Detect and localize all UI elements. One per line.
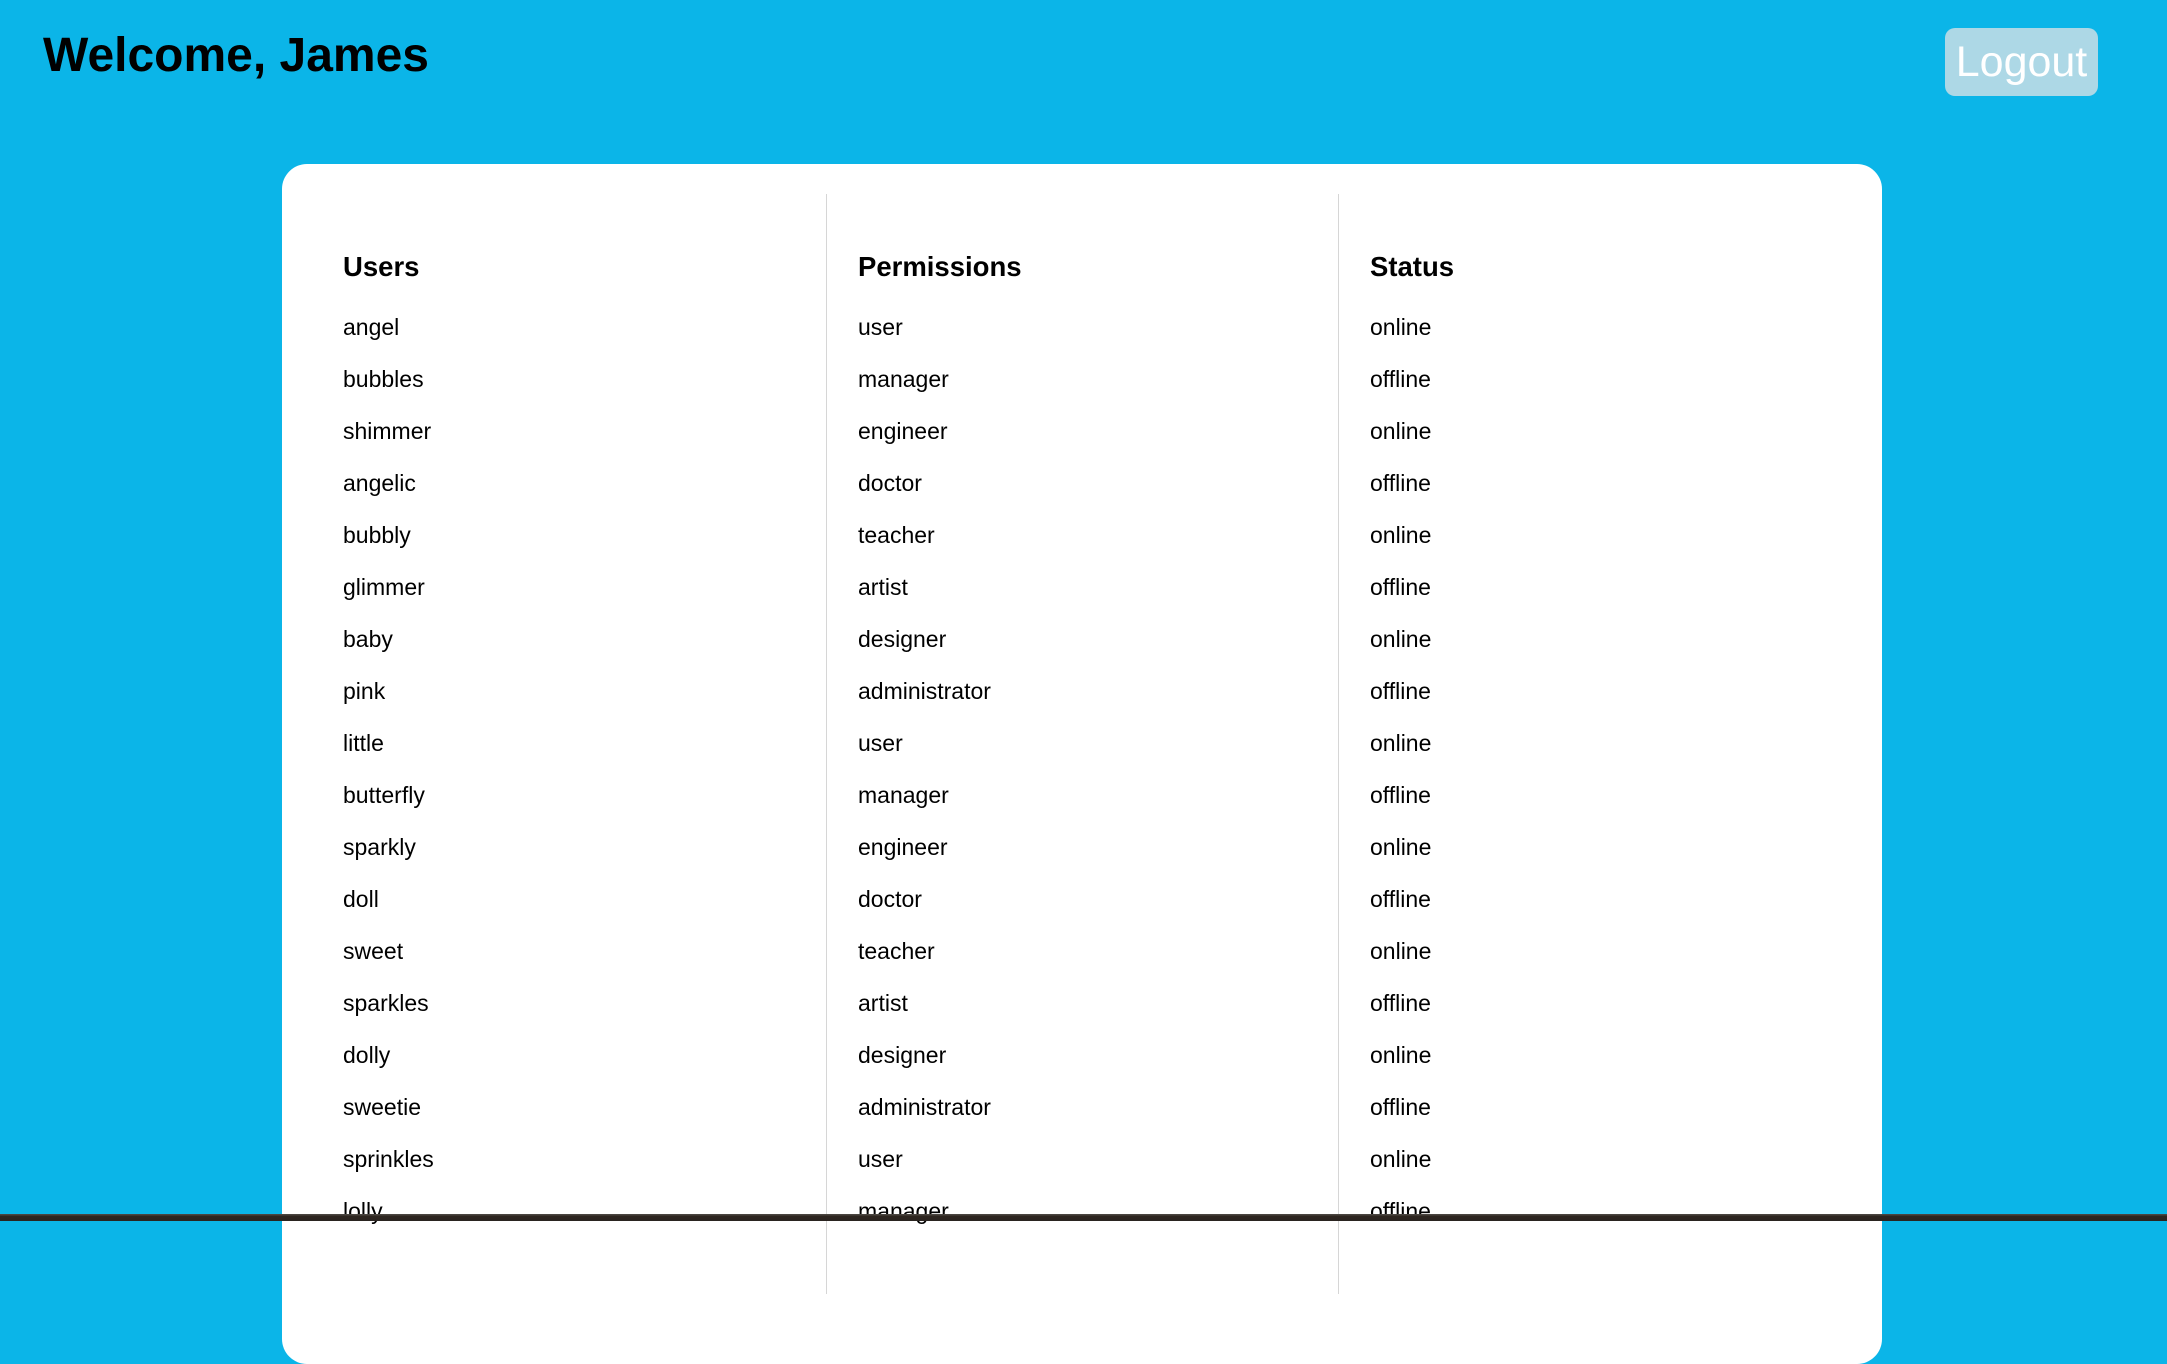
user-status: online [1370,626,1432,652]
users-column-heading: Users [343,251,420,282]
user-status: online [1370,938,1432,964]
user-status: offline [1370,1094,1431,1120]
user-permission: doctor [858,470,922,496]
user-permission: manager [858,782,949,808]
user-status: offline [1370,886,1431,912]
user-name: sparkles [343,990,429,1016]
status-list: online offline online offline online offline o… [1370,301,1454,1237]
user-permission: designer [858,626,947,652]
user-name: sparkly [343,834,416,860]
user-status: offline [1370,1198,1431,1224]
users-list: angel bubbles shimmer angelic bubbly glimmer b… [343,301,434,1237]
user-permission: manager [858,366,949,392]
user-name: baby [343,626,393,652]
user-permission: teacher [858,522,935,548]
user-name: angelic [343,470,416,496]
user-status: offline [1370,678,1431,704]
user-name: dolly [343,1042,391,1068]
user-permission: administrator [858,1094,991,1120]
user-status: offline [1370,782,1431,808]
user-name: butterfly [343,782,425,808]
user-permission: user [858,730,903,756]
user-status: online [1370,418,1432,444]
logout-button[interactable]: Logout [1945,28,2098,96]
user-status: online [1370,730,1432,756]
user-status: online [1370,314,1432,340]
user-status: online [1370,1146,1432,1172]
user-permission: artist [858,990,908,1016]
os-taskbar-edge [0,1214,2167,1221]
user-status: online [1370,522,1432,548]
user-name: glimmer [343,574,425,600]
user-permission: manager [858,1198,949,1224]
user-permission: engineer [858,834,948,860]
user-permission: doctor [858,886,922,912]
user-name: sweetie [343,1094,421,1120]
permissions-column: Permissions user manager engineer doctor tea… [826,194,1339,1294]
user-name: angel [343,314,400,340]
user-name: sweet [343,938,404,964]
user-permission: designer [858,1042,947,1068]
permissions-list: user manager engineer doctor teacher artist de… [858,301,1022,1237]
user-status: online [1370,834,1432,860]
status-column-heading: Status [1370,251,1455,282]
user-name: pink [343,678,386,704]
user-permission: engineer [858,418,948,444]
permissions-column-heading: Permissions [858,251,1022,282]
welcome-heading: Welcome, James [43,29,429,82]
user-name: sprinkles [343,1146,434,1172]
user-name: bubbly [343,522,411,548]
users-column: Users angel bubbles shimmer angelic bubbly gl… [311,194,826,1294]
user-permission: artist [858,574,908,600]
user-permission: administrator [858,678,991,704]
user-status: offline [1370,990,1431,1016]
user-name: bubbles [343,366,424,392]
user-status: offline [1370,366,1431,392]
user-status: offline [1370,574,1431,600]
user-name: little [343,730,384,756]
user-status: online [1370,1042,1432,1068]
user-permission: user [858,1146,903,1172]
status-column: Status online offline online offline online o… [1338,194,1852,1294]
user-name: shimmer [343,418,432,444]
user-permission: user [858,314,903,340]
user-name: doll [343,886,379,912]
user-name: lolly [343,1198,383,1224]
user-status: offline [1370,470,1431,496]
user-permission: teacher [858,938,935,964]
